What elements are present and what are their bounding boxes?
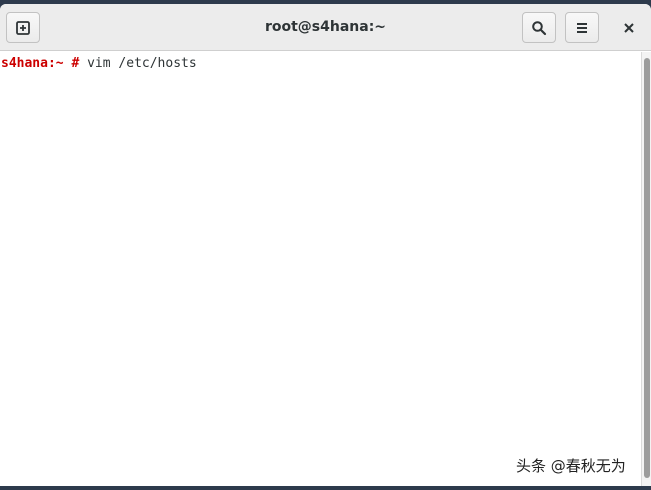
watermark: 头条 @春秋无为: [516, 457, 626, 475]
search-button[interactable]: [522, 12, 556, 43]
terminal-window: root@s4hana:~ s4hana:~ # vim /etc/hosts: [0, 4, 651, 486]
command-text: vim /etc/hosts: [79, 56, 197, 71]
new-tab-icon: [16, 20, 30, 35]
scrollbar-thumb[interactable]: [644, 58, 650, 478]
close-icon: [624, 22, 634, 33]
shell-prompt: s4hana:~ #: [1, 56, 80, 71]
hamburger-menu-icon: [577, 22, 587, 33]
close-button[interactable]: [612, 12, 646, 43]
scrollbar[interactable]: [641, 52, 651, 486]
title-bar: root@s4hana:~: [0, 4, 651, 51]
window-title: root@s4hana:~: [264, 19, 387, 35]
search-icon: [532, 20, 547, 35]
command-line: s4hana:~ # vim /etc/hosts: [0, 55, 641, 72]
new-tab-button[interactable]: [6, 12, 40, 43]
terminal-output[interactable]: s4hana:~ # vim /etc/hosts: [0, 52, 641, 486]
menu-button[interactable]: [565, 12, 599, 43]
